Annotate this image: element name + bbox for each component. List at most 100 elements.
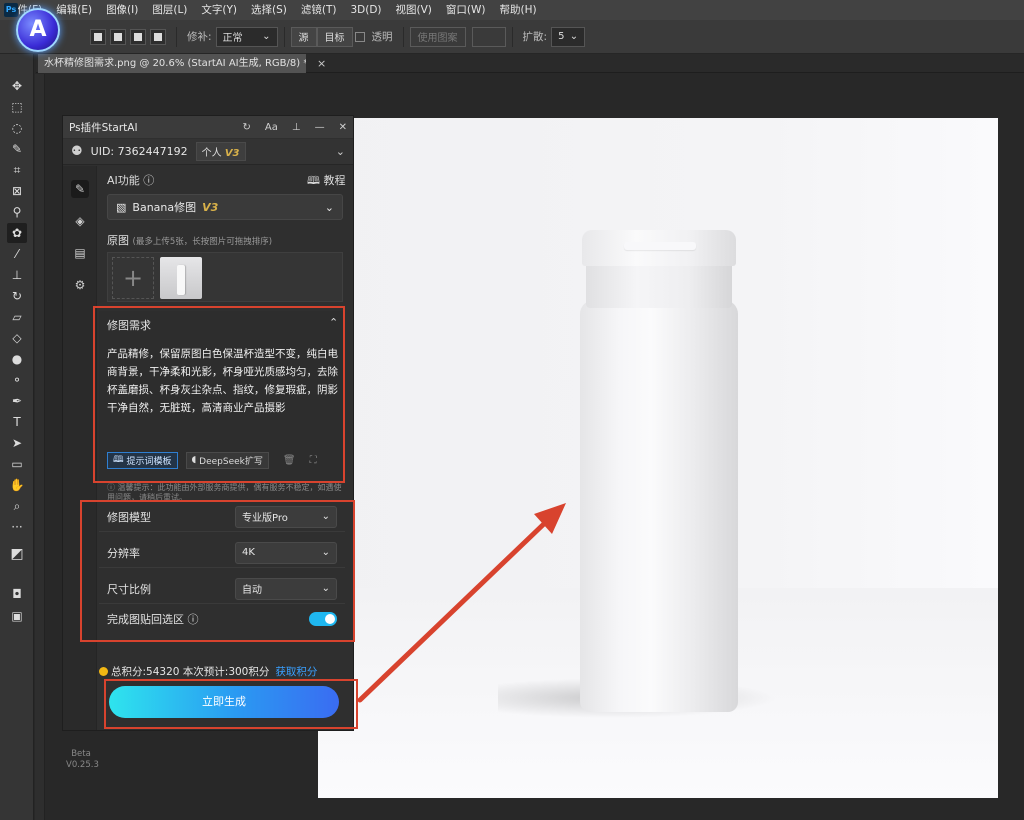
divider: [176, 26, 177, 47]
divider: [283, 26, 285, 47]
font-size-icon[interactable]: Aa: [265, 122, 278, 133]
use-pattern-button[interactable]: 使用图案: [409, 26, 466, 47]
paste-back-toggle[interactable]: [309, 612, 337, 626]
document-tab[interactable]: 水杯精修图需求.png @ 20.6% (StartAI AI生成, RGB/8…: [38, 54, 306, 73]
resolution-select[interactable]: 4K ⌄: [235, 541, 337, 564]
diffusion-select[interactable]: 5 ⌄: [551, 26, 586, 47]
upload-area: +: [107, 252, 343, 302]
clipboard-icon[interactable]: ▤: [71, 244, 89, 262]
menu-help[interactable]: 帮助(H): [493, 0, 544, 20]
ai-function-label: AI功能 ⓘ: [107, 174, 155, 187]
menu-type[interactable]: 文字(Y): [194, 0, 244, 20]
screen-mode-icon[interactable]: ▣: [7, 606, 27, 626]
dodge-tool-icon[interactable]: ⚬: [7, 370, 27, 390]
coin-icon: [99, 667, 108, 676]
settings-gear-icon[interactable]: ⚙: [71, 276, 89, 294]
stamp-tool-icon[interactable]: ⊥: [7, 265, 27, 285]
book-icon: 🕮: [113, 455, 124, 465]
refresh-icon[interactable]: ↻: [243, 122, 251, 133]
patch-tool-icon[interactable]: ✿: [7, 223, 27, 243]
original-thumbnail[interactable]: [160, 257, 202, 299]
close-icon[interactable]: ×: [317, 54, 326, 73]
more-tools-icon[interactable]: ···: [7, 517, 27, 537]
pin-icon[interactable]: ⊥: [292, 122, 301, 133]
account-badge: 个人 V3: [195, 142, 246, 161]
prompt-template-button[interactable]: 🕮 提示词模板: [107, 451, 178, 469]
original-image-label: 原图 (最多上传5张，长按图片可拖拽排序): [107, 232, 272, 248]
new-selection-icon[interactable]: [90, 28, 106, 45]
frame-tool-icon[interactable]: ⊠: [7, 181, 27, 201]
aspect-ratio-select[interactable]: 自动 ⌄: [235, 577, 337, 600]
zoom-tool-icon[interactable]: ⌕: [7, 496, 27, 516]
info-icon: ⓘ: [107, 483, 115, 492]
lasso-tool-icon[interactable]: ◌: [7, 118, 27, 138]
rectangle-tool-icon[interactable]: ▭: [7, 454, 27, 474]
quick-mask-icon[interactable]: ◘: [7, 584, 27, 604]
prompt-template-label: 提示词模板: [126, 456, 172, 467]
menu-view[interactable]: 视图(V): [389, 0, 439, 20]
expand-icon[interactable]: ⛶: [310, 455, 317, 466]
menu-image[interactable]: 图像(I): [99, 0, 145, 20]
function-select[interactable]: ▧ Banana修图 V3 ⌄: [107, 194, 343, 220]
menu-layer[interactable]: 图层(L): [145, 0, 194, 20]
menu-window[interactable]: 窗口(W): [439, 0, 493, 20]
subtract-selection-icon[interactable]: [130, 28, 146, 45]
tutorial-link[interactable]: 🕮 教程: [307, 172, 345, 191]
resolution-label: 分辨率: [107, 546, 140, 560]
chevron-up-icon[interactable]: ⌃: [329, 316, 338, 329]
path-select-icon[interactable]: ➤: [7, 433, 27, 453]
edit-request-title: 修图需求: [107, 319, 151, 332]
intersect-selection-icon[interactable]: [150, 28, 166, 45]
brush-tool-icon[interactable]: ⁄: [7, 244, 27, 264]
deepseek-label: DeepSeek扩写: [199, 456, 263, 467]
add-image-button[interactable]: +: [112, 257, 154, 299]
move-tool-icon[interactable]: ✥: [7, 76, 27, 96]
mode-select[interactable]: 正常 ⌄: [215, 26, 278, 47]
edit-request-section: 修图需求 ⌃ 产品精修，保留原图白色保温杯造型不变，纯白电商背景，干净柔和光影，…: [99, 311, 345, 481]
minimize-icon[interactable]: —: [315, 122, 325, 133]
type-tool-icon[interactable]: T: [7, 412, 27, 432]
startai-logo-icon: A: [16, 8, 60, 52]
uid-text: UID: 7362447192: [90, 145, 188, 158]
menu-filter[interactable]: 滤镜(T): [294, 0, 344, 20]
trash-icon[interactable]: 🗑: [283, 455, 296, 466]
account-row[interactable]: ⚉ UID: 7362447192 个人 V3 ⌄: [63, 139, 353, 165]
pen-tool-icon[interactable]: ✒: [7, 391, 27, 411]
chevron-down-icon: ⌄: [321, 547, 330, 558]
product-photo: [318, 118, 998, 798]
target-button[interactable]: 目标: [316, 26, 353, 47]
marquee-tool-icon[interactable]: ⬚: [7, 97, 27, 117]
book-icon: 🕮: [307, 174, 320, 187]
crop-tool-icon[interactable]: ⌗: [7, 160, 27, 180]
options-bar: 修补: 正常 ⌄ 源 目标 透明 使用图案 扩散: 5 ⌄: [0, 20, 1024, 54]
model-label: 修图模型: [107, 510, 151, 524]
pattern-swatch[interactable]: [471, 26, 506, 47]
paint-bucket-icon[interactable]: ◇: [7, 328, 27, 348]
color-swatch-icon[interactable]: ◩: [7, 544, 27, 564]
points-text: 总积分:54320 本次预计:300积分: [111, 666, 270, 678]
generate-button[interactable]: 立即生成: [109, 686, 339, 718]
menu-edit[interactable]: 编辑(E): [49, 0, 99, 20]
edit-icon[interactable]: ✎: [71, 180, 89, 198]
deepseek-expand-button[interactable]: ◖ DeepSeek扩写: [185, 451, 269, 469]
model-select[interactable]: 专业版Pro ⌄: [235, 505, 337, 528]
source-button[interactable]: 源: [290, 26, 317, 47]
layers-icon[interactable]: ◈: [71, 212, 89, 230]
history-brush-icon[interactable]: ↻: [7, 286, 27, 306]
eyedropper-tool-icon[interactable]: ⚲: [7, 202, 27, 222]
quick-select-tool-icon[interactable]: ✎: [7, 139, 27, 159]
add-selection-icon[interactable]: [110, 28, 126, 45]
diffusion-label: 扩散:: [522, 31, 548, 43]
get-points-link[interactable]: 获取积分: [275, 664, 317, 679]
menu-bar: Ps 文件(F) 编辑(E) 图像(I) 图层(L) 文字(Y) 选择(S) 滤…: [0, 0, 1024, 20]
menu-select[interactable]: 选择(S): [244, 0, 294, 20]
panel-side-rail: ✎ ◈ ▤ ⚙ Beta V0.25.3: [63, 166, 99, 770]
transparent-checkbox[interactable]: [354, 31, 365, 42]
hand-tool-icon[interactable]: ✋: [7, 475, 27, 495]
close-icon[interactable]: ✕: [339, 122, 347, 133]
blur-tool-icon[interactable]: ●: [7, 349, 27, 369]
edit-request-textarea[interactable]: 产品精修，保留原图白色保温杯造型不变，纯白电商背景，干净柔和光影，杯身哑光质感均…: [107, 345, 339, 417]
chevron-down-icon[interactable]: ⌄: [336, 145, 345, 158]
eraser-tool-icon[interactable]: ▱: [7, 307, 27, 327]
menu-3d[interactable]: 3D(D): [343, 0, 388, 20]
